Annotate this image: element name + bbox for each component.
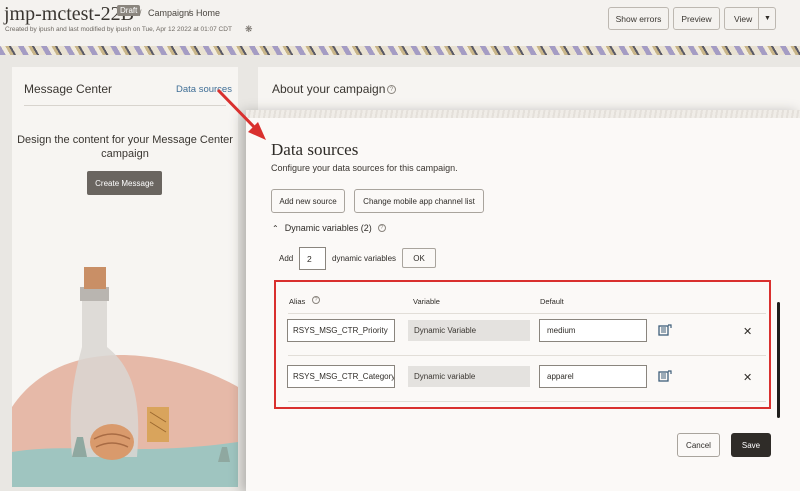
breadcrumb-home[interactable]: Home [196,8,220,18]
panel-title: Message Center [24,82,113,96]
created-modified-meta: Created by ipush and last modified by ip… [5,26,232,33]
chevron-up-icon[interactable]: ⌃ [272,224,279,233]
help-icon[interactable]: ? [377,224,386,232]
create-message-button[interactable]: Create Message [87,171,162,195]
dialog-subtitle: Configure your data sources for this cam… [271,163,458,173]
add-new-source-button[interactable]: Add new source [271,189,345,213]
personalization-icon[interactable] [658,324,672,336]
panel-description: Design the content for your Message Cent… [17,134,233,160]
divider [24,105,226,106]
dialog-title: Data sources [271,140,359,159]
dynamic-variables-label: dynamic variables [332,254,397,263]
alias-column-header: Alias [289,297,306,306]
preview-button[interactable]: Preview [673,7,720,30]
add-label: Add [279,254,294,263]
bottle-illustration [12,267,238,487]
status-badge: Draft [117,5,141,16]
dynamic-variables-header[interactable]: ⌃ Dynamic variables (2) ? [272,223,386,233]
breadcrumb-campaigns[interactable]: Campaigns [148,8,194,18]
settings-icon[interactable]: ❋ [245,24,253,35]
message-center-panel: Message Center Data sources Design the c… [12,67,238,487]
close-icon[interactable]: ✕ [743,325,752,338]
app-header: jmp-mctest-22B Draft / Campaigns / Home … [0,0,800,46]
variable-column-header: Variable [413,297,440,306]
about-campaign-title: About your campaign [272,82,386,96]
alias-input[interactable]: RSYS_MSG_CTR_Priority [287,319,395,342]
cancel-button[interactable]: Cancel [677,433,720,457]
variable-type: Dynamic variable [408,366,530,387]
help-icon[interactable]: ? [312,296,320,304]
header-banner [0,46,800,55]
divider [288,401,766,402]
default-column-header: Default [540,297,564,306]
alias-input[interactable]: RSYS_MSG_CTR_Category [287,365,395,388]
save-button[interactable]: Save [731,433,771,457]
divider [288,313,766,314]
variable-type: Dynamic Variable [408,320,530,341]
scrollbar[interactable] [777,302,780,418]
campaign-title: jmp-mctest-22B [4,3,134,25]
show-errors-button[interactable]: Show errors [608,7,669,30]
view-button-label: View [734,13,753,24]
ok-button[interactable]: OK [402,248,436,268]
data-sources-dialog: Data sources Configure your data sources… [246,110,800,491]
chevron-down-icon[interactable]: ▼ [758,7,776,30]
default-value-input[interactable]: apparel [539,365,647,388]
section-label: Dynamic variables (2) [284,223,372,233]
divider [288,355,766,356]
default-value-input[interactable]: medium [539,319,647,342]
help-icon[interactable]: ? [387,85,396,94]
variables-table: Alias ? Variable Default RSYS_MSG_CTR_Pr… [274,280,771,409]
change-channel-list-button[interactable]: Change mobile app channel list [354,189,484,213]
personalization-icon[interactable] [658,370,672,382]
variable-count-input[interactable]: 2 [299,247,326,270]
data-sources-link[interactable]: Data sources [176,84,232,95]
dialog-edge-pattern [246,110,800,118]
close-icon[interactable]: ✕ [743,371,752,384]
